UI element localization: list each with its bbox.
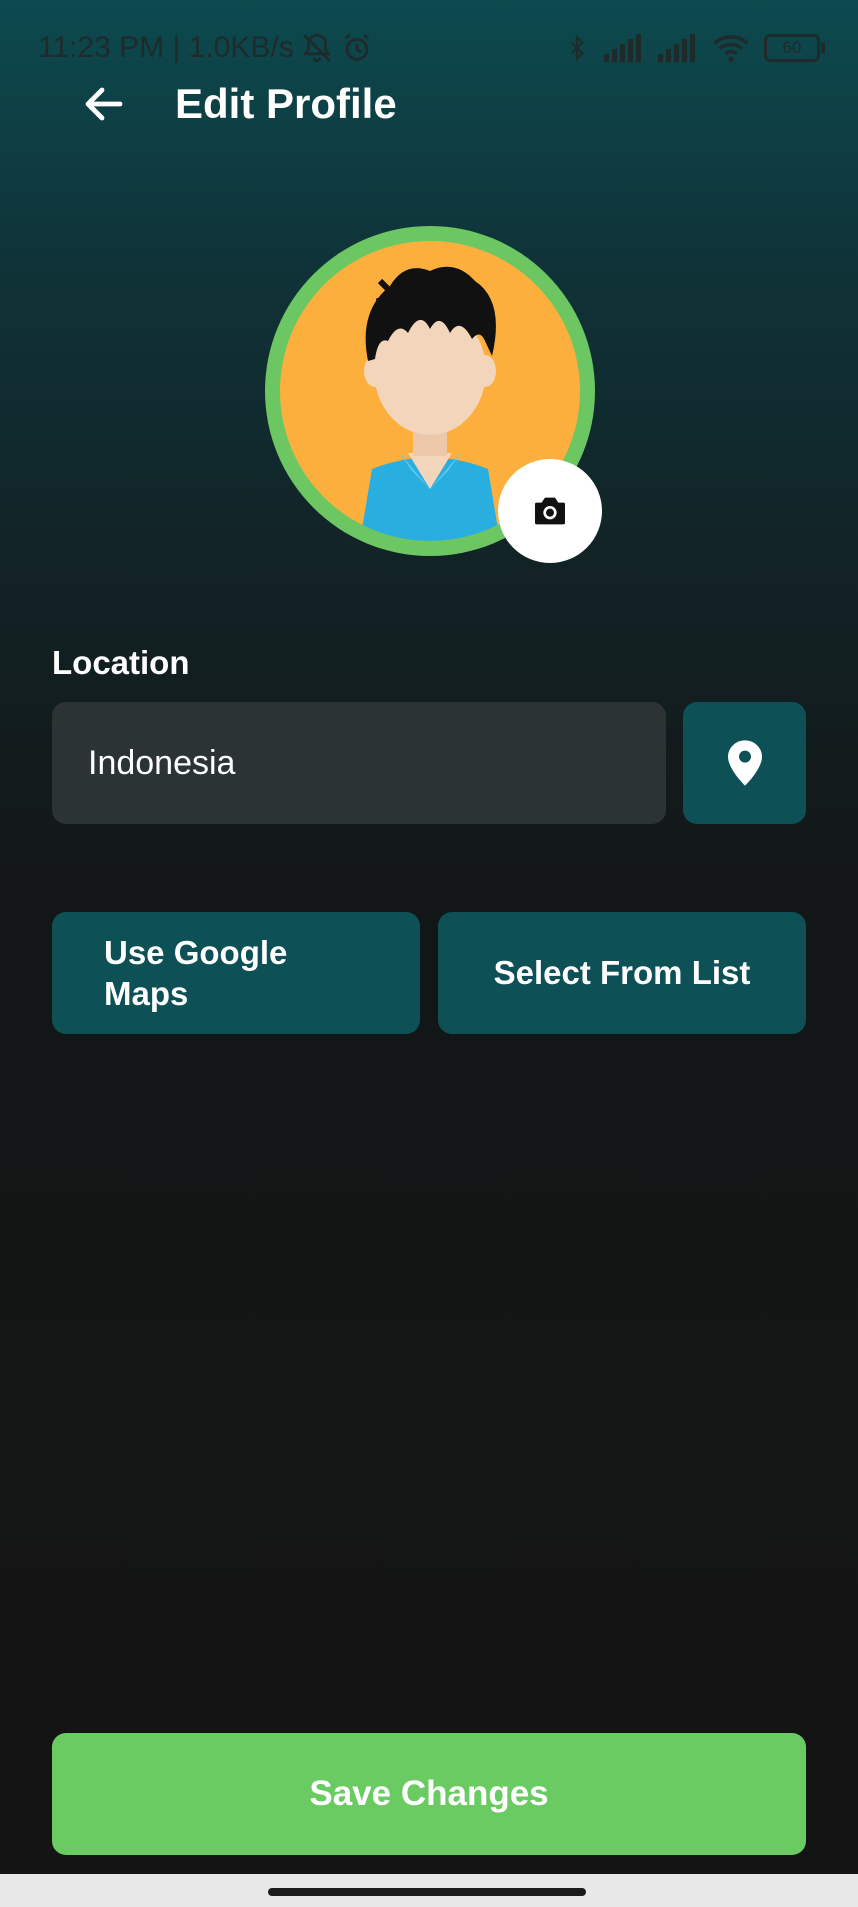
app-bar: Edit Profile xyxy=(0,62,858,146)
location-value: Indonesia xyxy=(88,743,236,782)
bell-off-icon xyxy=(302,33,331,63)
status-right: 60 xyxy=(564,32,825,64)
wifi-icon xyxy=(713,35,749,62)
use-google-maps-button[interactable]: Use Google Maps xyxy=(52,912,420,1034)
back-button[interactable] xyxy=(80,80,128,128)
page-title: Edit Profile xyxy=(175,80,397,127)
bluetooth-icon xyxy=(570,34,584,62)
alarm-icon xyxy=(344,34,369,61)
signal-icon xyxy=(604,34,641,62)
location-label: Location xyxy=(52,644,190,681)
save-changes-label: Save Changes xyxy=(309,1774,549,1813)
location-input[interactable]: Indonesia xyxy=(52,702,666,824)
status-time: 11:23 PM | 1.0KB/s xyxy=(38,31,294,64)
select-from-list-label: Select From List xyxy=(493,954,751,991)
home-indicator[interactable] xyxy=(268,1888,586,1896)
location-pin-icon xyxy=(727,740,762,786)
change-photo-button[interactable] xyxy=(498,459,602,563)
camera-icon xyxy=(535,497,565,525)
save-changes-button[interactable]: Save Changes xyxy=(52,1733,806,1855)
signal-icon xyxy=(658,34,695,62)
system-nav-bar xyxy=(0,1874,858,1907)
detect-location-button[interactable] xyxy=(683,702,806,824)
select-from-list-button[interactable]: Select From List xyxy=(438,912,806,1034)
use-google-maps-label: Use Google Maps xyxy=(104,934,288,1012)
status-left: 11:23 PM | 1.0KB/s xyxy=(38,31,374,65)
battery-icon: 60 xyxy=(764,34,825,62)
arrow-left-icon xyxy=(85,87,123,121)
